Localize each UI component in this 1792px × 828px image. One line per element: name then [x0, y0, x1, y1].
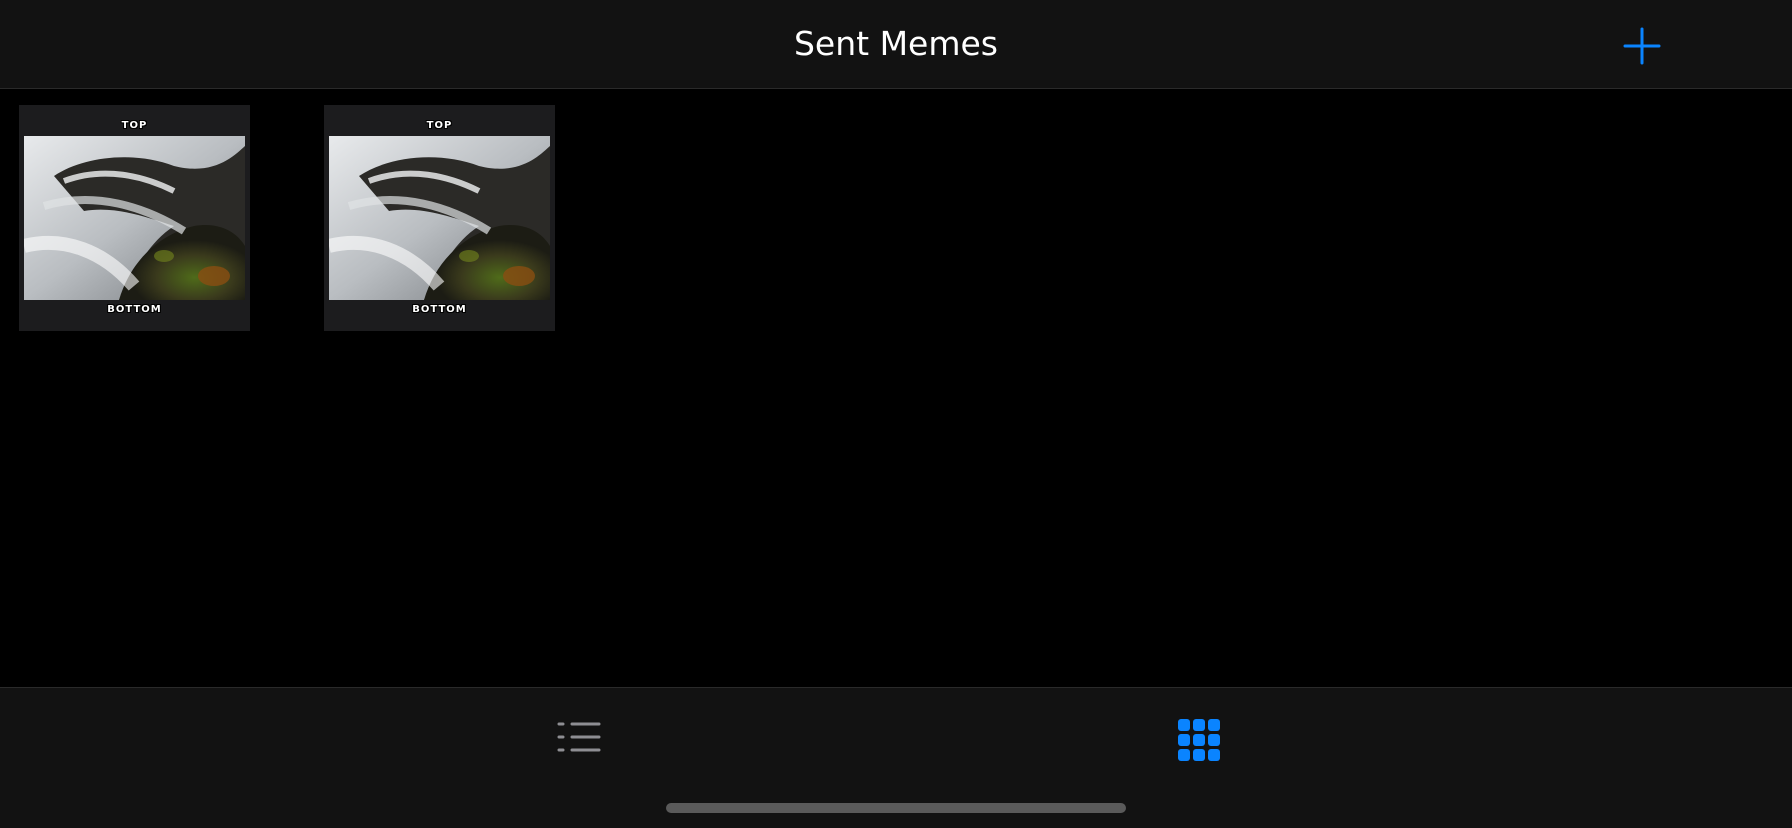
plus-icon [1623, 27, 1661, 65]
sent-memes-screen: Sent Memes TOP BOTTOM TOP BOTTOM [0, 0, 1792, 828]
page-title: Sent Memes [793, 24, 998, 63]
tab-grid[interactable] [1177, 718, 1221, 762]
meme-grid-cell[interactable]: TOP BOTTOM [19, 105, 250, 331]
home-indicator[interactable] [666, 803, 1126, 813]
meme-bottom-text: BOTTOM [107, 304, 162, 315]
list-icon [557, 722, 601, 752]
add-meme-button[interactable] [1620, 24, 1664, 68]
navigation-bar: Sent Memes [0, 0, 1792, 89]
tab-list[interactable] [556, 717, 602, 757]
meme-bottom-text: BOTTOM [412, 304, 467, 315]
meme-collection-grid[interactable]: TOP BOTTOM TOP BOTTOM [0, 89, 1792, 687]
meme-top-text: TOP [426, 120, 453, 131]
tab-bar [0, 687, 1792, 828]
meme-image [329, 136, 550, 300]
meme-image [24, 136, 245, 300]
meme-top-text: TOP [121, 120, 148, 131]
meme-grid-cell[interactable]: TOP BOTTOM [324, 105, 555, 331]
grid-icon [1178, 719, 1220, 761]
